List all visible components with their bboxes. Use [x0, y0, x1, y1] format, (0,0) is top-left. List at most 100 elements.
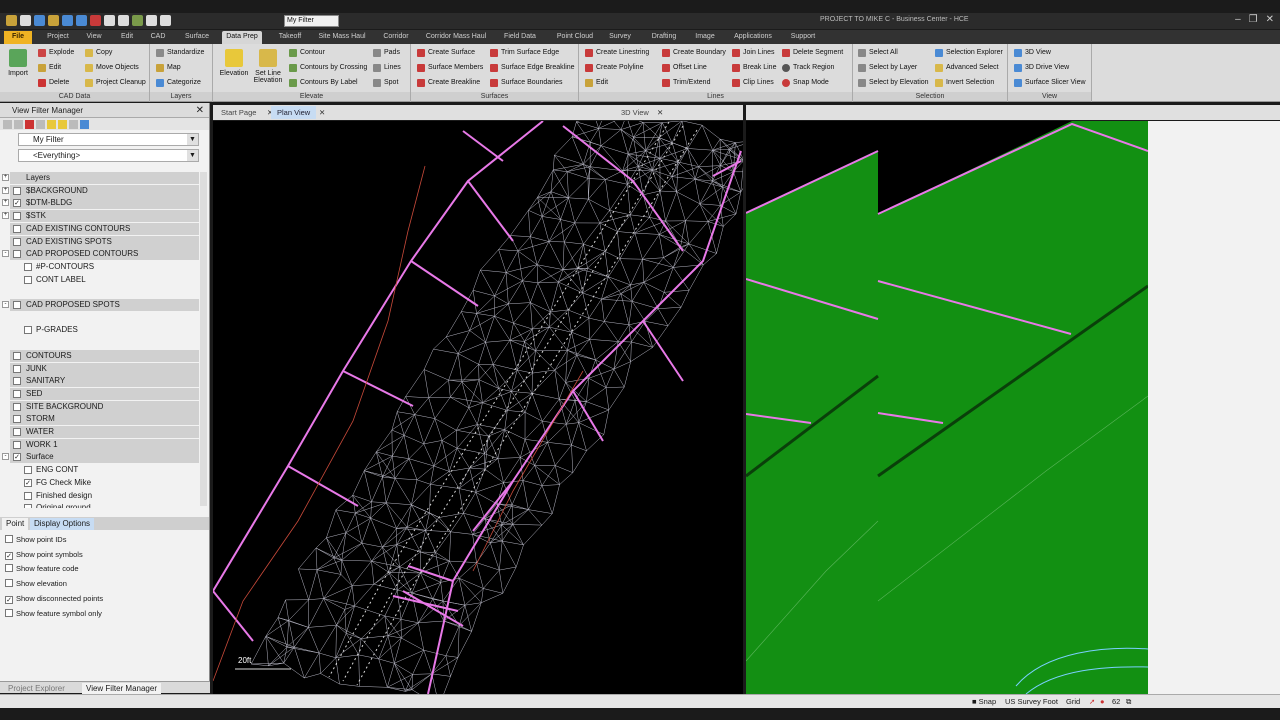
- import-button[interactable]: Import: [4, 49, 32, 77]
- 3d-drive-view-button[interactable]: 3D Drive View: [1014, 62, 1069, 73]
- save-filter-icon[interactable]: [14, 119, 23, 129]
- layer-row[interactable]: CAD EXISTING SPOTS: [10, 235, 199, 248]
- layer-row[interactable]: P-GRADES: [20, 324, 199, 336]
- delete-cad-button[interactable]: Delete: [38, 77, 69, 88]
- collapse-icon[interactable]: -: [2, 250, 9, 258]
- layer-row[interactable]: ✓ FG Check Mike: [20, 477, 199, 489]
- layer-checkbox[interactable]: [24, 491, 32, 500]
- invert-selection-button[interactable]: Invert Selection: [935, 77, 994, 88]
- layer-row[interactable]: ENG CONT: [20, 464, 199, 476]
- open-icon[interactable]: [20, 15, 31, 26]
- layer-checkbox[interactable]: [13, 415, 21, 424]
- layer-checkbox[interactable]: [24, 466, 32, 475]
- edit-lines-button[interactable]: Edit: [585, 77, 608, 88]
- pin-icon[interactable]: ➚: [1089, 696, 1095, 708]
- tab-corridor[interactable]: Corridor: [378, 31, 414, 44]
- redo-icon[interactable]: [76, 15, 87, 26]
- layer-on-icon[interactable]: [58, 119, 67, 129]
- layer-row[interactable]: SITE BACKGROUND: [10, 400, 199, 413]
- tab-applications[interactable]: Applications: [731, 31, 775, 44]
- minimize-icon[interactable]: –: [1235, 14, 1241, 25]
- tab-point-cloud[interactable]: Point Cloud: [552, 31, 598, 44]
- layer-row[interactable]: CONT LABEL: [20, 274, 199, 286]
- layer-checkbox[interactable]: [24, 504, 32, 508]
- tab-plan-view[interactable]: Plan View: [271, 106, 317, 119]
- layer-checkbox[interactable]: [13, 351, 21, 360]
- surface-boundaries-button[interactable]: Surface Boundaries: [490, 77, 562, 88]
- layer-checkbox[interactable]: [13, 428, 21, 436]
- option-checkbox[interactable]: [5, 608, 13, 617]
- break-line-button[interactable]: Break Line: [732, 62, 776, 73]
- pan-icon[interactable]: [104, 15, 115, 26]
- tab-3d-view[interactable]: 3D View: [615, 106, 655, 119]
- expand-icon[interactable]: +: [2, 186, 9, 194]
- expand-icon[interactable]: +: [2, 199, 9, 207]
- grid-indicator[interactable]: Grid: [1066, 696, 1080, 708]
- grid-icon[interactable]: [160, 15, 171, 26]
- record-icon[interactable]: ●: [1100, 696, 1105, 708]
- display-option[interactable]: Show feature symbol only: [5, 608, 102, 620]
- layer-checkbox[interactable]: [13, 237, 21, 246]
- new-icon[interactable]: [6, 15, 17, 26]
- spot-button[interactable]: Spot: [373, 77, 398, 88]
- layer-row[interactable]: SED: [10, 387, 199, 400]
- layer-checkbox[interactable]: [13, 301, 21, 309]
- filter-combo[interactable]: My Filter ▼: [18, 133, 199, 146]
- copy-button[interactable]: Copy: [85, 47, 112, 58]
- layer-row[interactable]: - CAD PROPOSED SPOTS: [2, 299, 199, 311]
- contours-by-crossing-button[interactable]: Contours by Crossing: [289, 62, 367, 73]
- zoom-filter-icon[interactable]: [69, 119, 78, 129]
- tab-edit[interactable]: Edit: [114, 31, 140, 44]
- display-option[interactable]: Show point IDs: [5, 534, 66, 546]
- create-surface-button[interactable]: Create Surface: [417, 47, 475, 58]
- close-tab-icon[interactable]: ✕: [651, 106, 669, 119]
- move-objects-button[interactable]: Move Objects: [85, 62, 139, 73]
- tab-surface[interactable]: Surface: [178, 31, 216, 44]
- new-filter-icon[interactable]: [3, 119, 12, 129]
- tab-survey[interactable]: Survey: [608, 31, 632, 44]
- layer-row[interactable]: #P-CONTOURS: [20, 261, 199, 273]
- create-linestring-button[interactable]: Create Linestring: [585, 47, 649, 58]
- select-by-layer-button[interactable]: Select by Layer: [858, 62, 917, 73]
- tab-field-data[interactable]: Field Data: [503, 31, 537, 44]
- layer-row[interactable]: WORK 1: [10, 438, 199, 451]
- save-icon[interactable]: [34, 15, 45, 26]
- tab-display-options[interactable]: Display Options: [30, 518, 95, 530]
- layer-checkbox[interactable]: [13, 224, 21, 233]
- layer-row[interactable]: JUNK: [10, 362, 199, 375]
- layer-icon[interactable]: [47, 119, 56, 129]
- everything-combo[interactable]: <Everything> ▼: [18, 149, 199, 162]
- plan-view-canvas[interactable]: 20ft: [213, 121, 743, 694]
- surface-members-button[interactable]: Surface Members: [417, 62, 483, 73]
- layer-checkbox[interactable]: [24, 275, 32, 284]
- expand-icon[interactable]: +: [2, 174, 9, 181]
- track-region-button[interactable]: Track Region: [782, 62, 834, 73]
- 3d-view-button[interactable]: 3D View: [1014, 47, 1051, 58]
- layer-checkbox[interactable]: [13, 389, 21, 398]
- select-by-elevation-button[interactable]: Select by Elevation: [858, 77, 929, 88]
- close-tab-icon[interactable]: ✕: [313, 106, 331, 119]
- select-all-button[interactable]: Select All: [858, 47, 898, 58]
- settings-icon[interactable]: [80, 119, 89, 129]
- filter-select[interactable]: My Filter: [284, 15, 339, 27]
- lines-button[interactable]: Lines: [373, 62, 401, 73]
- project-cleanup-button[interactable]: Project Cleanup: [85, 77, 146, 88]
- display-option[interactable]: Show feature code: [5, 563, 79, 575]
- display-option[interactable]: ✓ Show disconnected points: [5, 593, 103, 605]
- window-icon[interactable]: [146, 15, 157, 26]
- cancel-icon[interactable]: [90, 15, 101, 26]
- layer-checkbox[interactable]: ✓: [13, 453, 21, 462]
- layer-row[interactable]: Original ground: [20, 502, 199, 508]
- restore-icon[interactable]: ❐: [1249, 14, 1258, 25]
- layer-row[interactable]: Finished design: [20, 490, 199, 502]
- close-panel-icon[interactable]: ✕: [196, 103, 204, 118]
- layer-checkbox[interactable]: ✓: [24, 478, 32, 487]
- collapse-icon[interactable]: -: [2, 453, 9, 461]
- layer-checkbox[interactable]: [13, 364, 21, 373]
- advanced-select-button[interactable]: Advanced Select: [935, 62, 999, 73]
- elevation-button[interactable]: Elevation: [217, 49, 251, 77]
- create-polyline-button[interactable]: Create Polyline: [585, 62, 643, 73]
- snap-mode-button[interactable]: Snap Mode: [782, 77, 829, 88]
- option-checkbox[interactable]: ✓: [5, 551, 13, 560]
- layer-checkbox[interactable]: [24, 326, 32, 335]
